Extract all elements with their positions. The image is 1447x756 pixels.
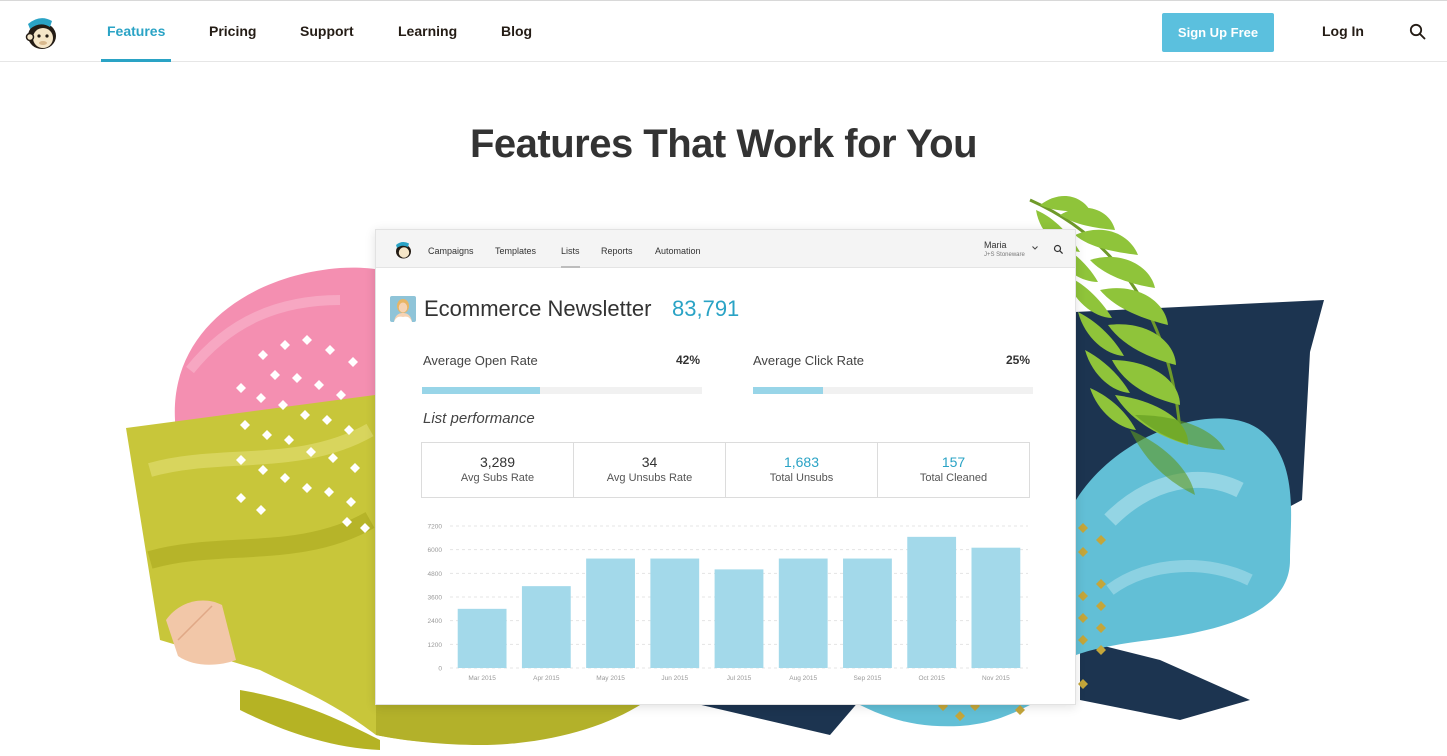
open-rate-bar-fill (422, 387, 540, 394)
chart-bar (586, 558, 635, 668)
app-nav-campaigns[interactable]: Campaigns (428, 230, 474, 268)
click-rate-value: 25% (1006, 353, 1031, 367)
stat-label: Avg Subs Rate (460, 472, 535, 484)
open-rate-label: Average Open Rate (423, 353, 538, 368)
chart-bar (778, 558, 828, 668)
stat-avg-unsubs-rate: 34 Avg Unsubs Rate (574, 443, 726, 497)
nav-pricing[interactable]: Pricing (203, 1, 262, 62)
app-navigation: Campaigns Templates Lists Reports Automa… (376, 230, 1075, 268)
performance-stats: 3,289 Avg Subs Rate 34 Avg Unsubs Rate 1… (421, 442, 1030, 498)
app-nav-lists[interactable]: Lists (561, 230, 580, 268)
chart-bar (714, 569, 764, 668)
log-in-link[interactable]: Log In (1322, 1, 1364, 62)
chart-bar (457, 608, 507, 668)
x-tick-label: Oct 2015 (918, 675, 945, 682)
subscriber-count: 83,791 (672, 296, 740, 321)
stat-total-cleaned[interactable]: 157 Total Cleaned (878, 443, 1029, 497)
y-tick-label: 4800 (428, 571, 443, 578)
app-nav-reports[interactable]: Reports (601, 230, 633, 268)
click-rate-bar (753, 387, 1033, 394)
mailchimp-logo-icon[interactable] (22, 12, 60, 52)
y-tick-label: 1200 (428, 642, 443, 649)
x-tick-label: Sep 2015 (854, 675, 882, 682)
list-performance-title: List performance (423, 410, 535, 427)
stat-total-unsubs[interactable]: 1,683 Total Unsubs (726, 443, 878, 497)
app-search-icon[interactable] (1053, 244, 1064, 255)
x-tick-label: Jul 2015 (727, 675, 752, 682)
stat-label: Avg Unsubs Rate (606, 472, 693, 484)
stat-value[interactable]: 1,683 (726, 454, 877, 470)
page-title: Features That Work for You (469, 122, 978, 166)
click-rate-bar-fill (753, 387, 823, 394)
search-icon[interactable] (1408, 22, 1428, 42)
chevron-down-icon[interactable] (1031, 244, 1039, 252)
x-tick-label: Nov 2015 (982, 675, 1010, 682)
y-tick-label: 0 (438, 666, 442, 673)
nav-blog[interactable]: Blog (495, 1, 538, 62)
nav-learning[interactable]: Learning (392, 1, 463, 62)
stat-label: Total Unsubs (769, 472, 834, 484)
top-navigation: Features Pricing Support Learning Blog S… (0, 0, 1447, 62)
open-rate-bar (422, 387, 702, 394)
app-logo-icon[interactable] (393, 239, 413, 260)
y-tick-label: 3600 (428, 595, 443, 602)
y-tick-label: 7200 (428, 524, 443, 531)
x-tick-label: Aug 2015 (789, 675, 817, 682)
y-tick-label: 6000 (428, 547, 443, 554)
stat-avg-subs-rate: 3,289 Avg Subs Rate (422, 443, 574, 497)
list-avatar (390, 296, 416, 322)
chart-bar (650, 558, 700, 668)
app-nav-templates[interactable]: Templates (495, 230, 536, 268)
open-rate-value: 42% (676, 353, 701, 367)
chart-bar (971, 547, 1021, 668)
account-user-name[interactable]: Maria (984, 240, 1007, 250)
y-tick-label: 2400 (428, 618, 443, 625)
click-rate-label: Average Click Rate (753, 353, 865, 368)
stat-value[interactable]: 157 (878, 454, 1029, 470)
list-name: Ecommerce Newsletter (424, 296, 652, 321)
chart-bar (843, 558, 892, 668)
stat-value: 3,289 (479, 454, 516, 470)
app-nav-automation[interactable]: Automation (655, 230, 701, 268)
account-org-name: J+S Stoneware (984, 252, 1025, 258)
x-tick-label: Mar 2015 (468, 675, 496, 682)
stat-label: Total Cleaned (919, 472, 988, 484)
chart-bar (907, 536, 957, 668)
x-tick-label: Apr 2015 (533, 675, 560, 682)
app-preview-card: Campaigns Templates Lists Reports Automa… (375, 229, 1076, 705)
nav-features[interactable]: Features (101, 1, 172, 62)
chart-bar (521, 586, 571, 668)
performance-bar-chart: 0 1200 2400 3600 4800 6000 7200 Mar 2015 Apr 201… (428, 524, 1028, 682)
stat-value: 34 (641, 454, 658, 470)
x-tick-label: Jun 2015 (661, 675, 688, 682)
nav-support[interactable]: Support (294, 1, 360, 62)
sign-up-free-button[interactable]: Sign Up Free (1162, 13, 1274, 52)
x-tick-label: May 2015 (596, 675, 625, 682)
